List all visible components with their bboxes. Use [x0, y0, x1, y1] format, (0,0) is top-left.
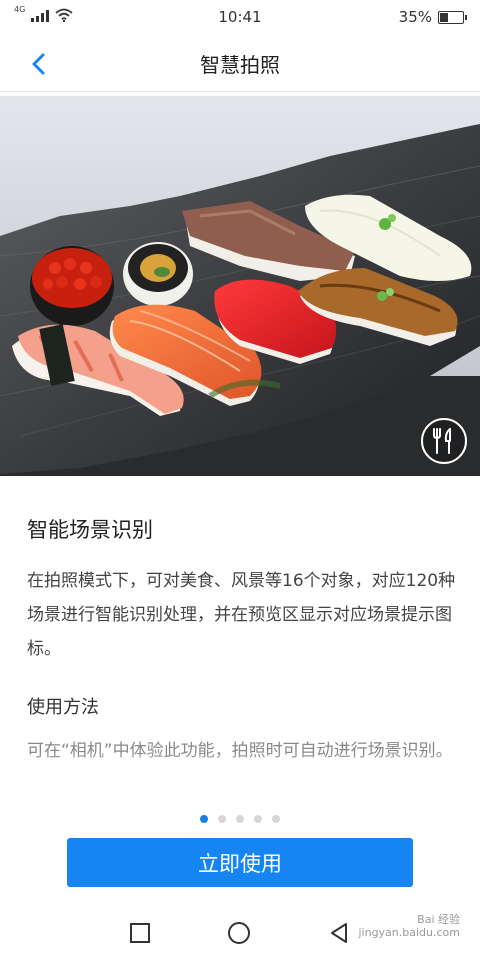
feature-description: 智能场景识别 在拍照模式下，可对美食、风景等16个对象，对应120种场景进行智能…	[27, 514, 457, 780]
page-dot[interactable]	[200, 815, 208, 823]
triangle-back-icon	[331, 923, 347, 943]
system-navigation-bar: Bai 经验 jingyan.baidu.com	[0, 905, 480, 960]
fork-knife-icon	[433, 428, 451, 454]
home-button[interactable]	[224, 918, 254, 948]
square-icon	[130, 923, 150, 943]
status-bar: 4G 10:41 35%	[0, 0, 480, 34]
watermark-url: jingyan.baidu.com	[358, 926, 460, 939]
battery-icon	[438, 10, 467, 24]
system-back-button[interactable]	[324, 918, 354, 948]
scroll-fade	[0, 752, 480, 782]
status-right: 35%	[398, 8, 467, 26]
recents-button[interactable]	[125, 918, 155, 948]
sushi-platter-image	[0, 96, 480, 476]
page-dot[interactable]	[272, 815, 280, 823]
page-dot[interactable]	[254, 815, 262, 823]
battery-percent: 35%	[398, 8, 432, 26]
watermark: Bai 经验 jingyan.baidu.com	[358, 913, 460, 939]
page-dot[interactable]	[236, 815, 244, 823]
usage-title: 使用方法	[27, 697, 99, 718]
feature-body: 在拍照模式下，可对美食、风景等16个对象，对应120种场景进行智能识别处理，并在…	[27, 571, 456, 659]
page-dot[interactable]	[218, 815, 226, 823]
navigation-bar: 智慧拍照	[0, 34, 480, 92]
hero-image	[0, 96, 480, 476]
watermark-text: Bai 经验	[417, 913, 460, 926]
page-indicator	[0, 815, 480, 823]
page-title: 智慧拍照	[200, 53, 280, 77]
circle-icon	[228, 922, 250, 944]
use-now-button[interactable]: 立即使用	[67, 838, 413, 887]
food-scene-badge	[421, 418, 467, 464]
feature-title: 智能场景识别	[27, 518, 153, 542]
battery-level-fill	[440, 12, 448, 22]
